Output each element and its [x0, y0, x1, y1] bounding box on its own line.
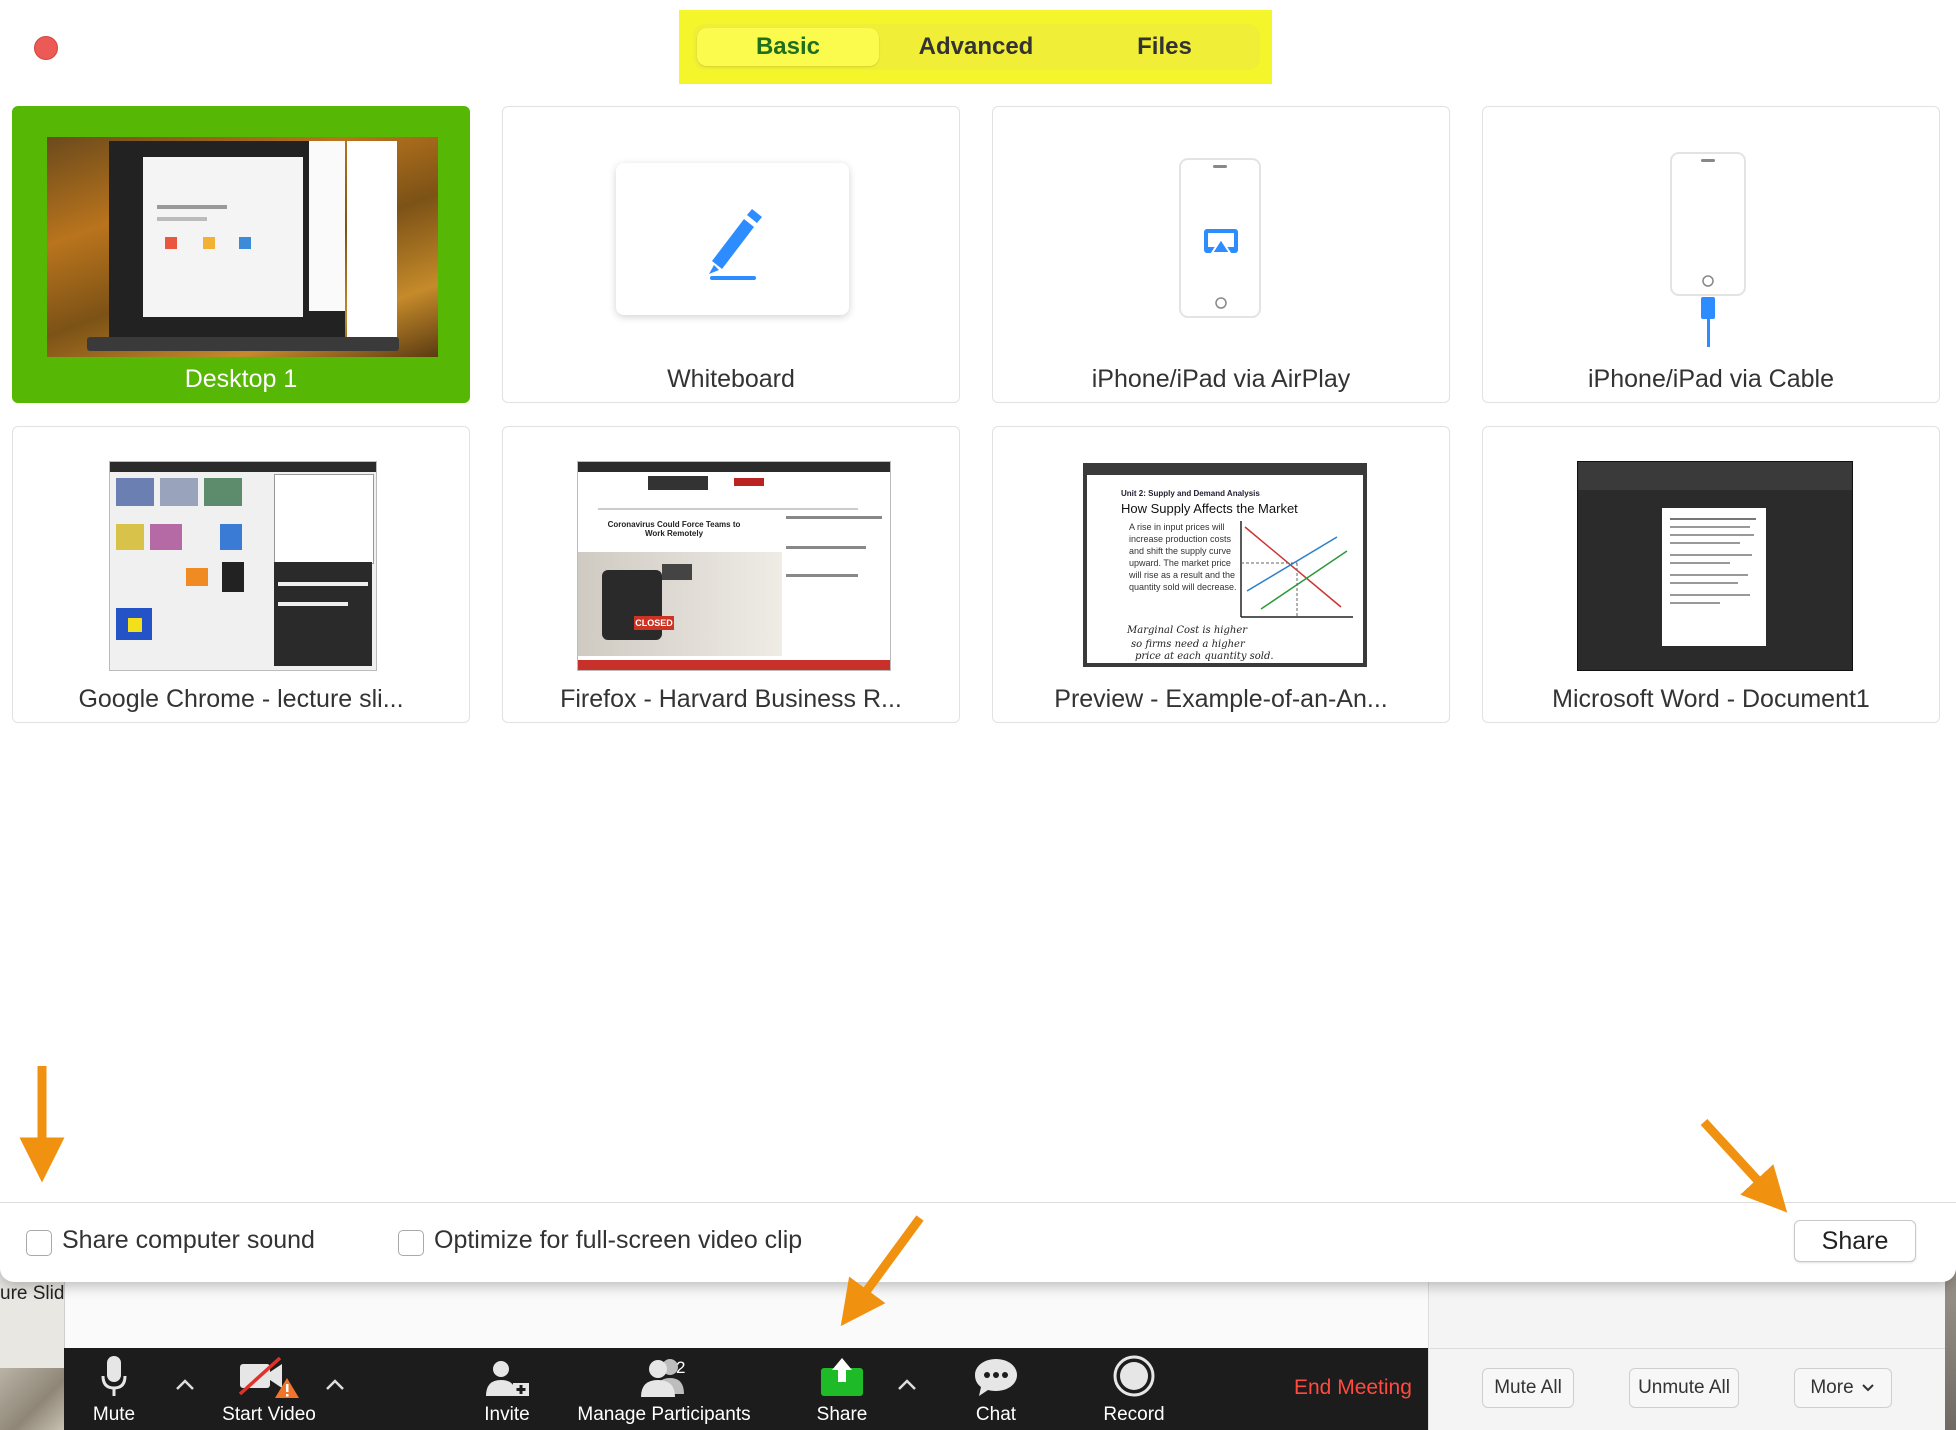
add-person-icon [486, 1361, 529, 1396]
preview-thumbnail: Unit 2: Supply and Demand Analysis How S… [1083, 463, 1367, 667]
mute-button[interactable]: Mute [64, 1348, 164, 1430]
share-option-whiteboard[interactable]: Whiteboard [502, 106, 960, 403]
share-screen-icon [821, 1358, 863, 1396]
tile-label: Preview - Example-of-an-An... [1054, 685, 1388, 713]
invite-label: Invite [484, 1404, 530, 1425]
start-video-button[interactable]: Start Video [204, 1348, 334, 1430]
share-label: Share [816, 1404, 868, 1425]
share-option-desktop[interactable]: Desktop 1 [12, 106, 470, 403]
preview-bullet: A rise in input prices will increase pro… [1129, 522, 1237, 592]
preview-note-1: Marginal Cost is higher [1127, 625, 1248, 636]
tile-label: Google Chrome - lecture sli... [78, 685, 404, 713]
share-sound-label: Share computer sound [62, 1226, 315, 1254]
video-options-caret[interactable] [320, 1370, 350, 1400]
chevron-down-icon [1861, 1384, 1874, 1392]
manage-participants-label: Manage Participants [577, 1404, 751, 1425]
tile-label: iPhone/iPad via Cable [1588, 365, 1834, 393]
supply-graph [1240, 521, 1353, 618]
close-window-button[interactable] [34, 36, 58, 60]
share-sound-checkbox[interactable] [26, 1230, 52, 1256]
share-option-cable[interactable]: iPhone/iPad via Cable [1482, 106, 1940, 403]
iphone-cable-icon [1670, 152, 1746, 347]
tile-label: iPhone/iPad via AirPlay [1091, 365, 1351, 393]
firefox-thumbnail: Coronavirus Could Force Teams to Work Re… [577, 461, 891, 671]
invite-button[interactable]: Invite [460, 1348, 554, 1430]
participants-count: 2 [676, 1358, 686, 1377]
iphone-airplay-icon [1179, 158, 1261, 318]
chrome-thumbnail [109, 461, 377, 671]
tile-label: Desktop 1 [184, 365, 298, 393]
tile-label: Firefox - Harvard Business R... [560, 685, 902, 713]
word-thumbnail [1577, 461, 1853, 671]
share-options-caret[interactable] [892, 1370, 922, 1400]
chevron-up-icon [176, 1379, 194, 1390]
share-option-airplay[interactable]: iPhone/iPad via AirPlay [992, 106, 1450, 403]
share-option-firefox[interactable]: Coronavirus Could Force Teams to Work Re… [502, 426, 960, 723]
background-edge [1944, 1270, 1956, 1430]
microphone-icon [101, 1356, 127, 1396]
start-video-label: Start Video [222, 1404, 316, 1425]
tab-advanced[interactable]: Advanced [879, 28, 1073, 66]
pen-icon [709, 209, 762, 280]
desktop-thumbnail [47, 137, 438, 357]
record-button[interactable]: Record [1084, 1348, 1184, 1430]
audio-options-caret[interactable] [170, 1370, 200, 1400]
share-screen-window: Basic Advanced Files Desktop 1 Whiteboar… [0, 0, 1956, 1282]
share-tabs: Basic Advanced Files [693, 24, 1260, 70]
share-screen-button[interactable]: Share [792, 1348, 892, 1430]
panel-divider [1429, 1348, 1945, 1349]
more-label: More [1810, 1377, 1854, 1398]
unmute-all-button[interactable]: Unmute All [1629, 1368, 1739, 1408]
tile-label: Microsoft Word - Document1 [1552, 685, 1870, 713]
chat-button[interactable]: Chat [946, 1348, 1046, 1430]
optimize-video-label: Optimize for full-screen video clip [434, 1226, 803, 1254]
closed-sign: CLOSED [634, 616, 674, 630]
whiteboard-card [616, 163, 849, 315]
chevron-up-icon [326, 1379, 344, 1390]
more-button[interactable]: More [1794, 1368, 1892, 1408]
share-option-chrome[interactable]: Google Chrome - lecture sli... [12, 426, 470, 723]
mute-all-button[interactable]: Mute All [1482, 1368, 1574, 1408]
preview-note-3: price at each quantity sold. [1135, 651, 1274, 662]
record-label: Record [1103, 1404, 1165, 1425]
optimize-video-checkbox[interactable] [398, 1230, 424, 1256]
background-text: ure Slid [0, 1283, 65, 1304]
chat-icon [975, 1359, 1017, 1396]
record-icon [1113, 1355, 1155, 1397]
share-option-preview[interactable]: Unit 2: Supply and Demand Analysis How S… [992, 426, 1450, 723]
article-headline: Coronavirus Could Force Teams to Work Re… [607, 520, 741, 538]
background-content-area [64, 1282, 1429, 1348]
tab-basic[interactable]: Basic [697, 28, 879, 66]
background-photo [0, 1368, 64, 1430]
preview-title: How Supply Affects the Market [1121, 501, 1298, 516]
meeting-toolbar: Mute Start Video Invite Manage Participa… [64, 1348, 1428, 1430]
tile-label: Whiteboard [667, 365, 795, 393]
share-button[interactable]: Share [1794, 1220, 1916, 1262]
manage-participants-button[interactable]: Manage Participants [558, 1348, 770, 1430]
share-option-word[interactable]: Microsoft Word - Document1 [1482, 426, 1940, 723]
options-divider [0, 1202, 1956, 1203]
preview-note-2: so firms need a higher [1131, 639, 1245, 650]
video-off-icon [238, 1356, 299, 1398]
participants-panel: Mute All Unmute All More [1428, 1270, 1945, 1430]
chevron-up-icon [898, 1379, 916, 1390]
end-meeting-button[interactable]: End Meeting [1294, 1376, 1412, 1400]
tab-files[interactable]: Files [1073, 28, 1256, 66]
mute-label: Mute [92, 1404, 136, 1425]
chat-label: Chat [975, 1404, 1017, 1425]
preview-unit: Unit 2: Supply and Demand Analysis [1121, 489, 1260, 498]
